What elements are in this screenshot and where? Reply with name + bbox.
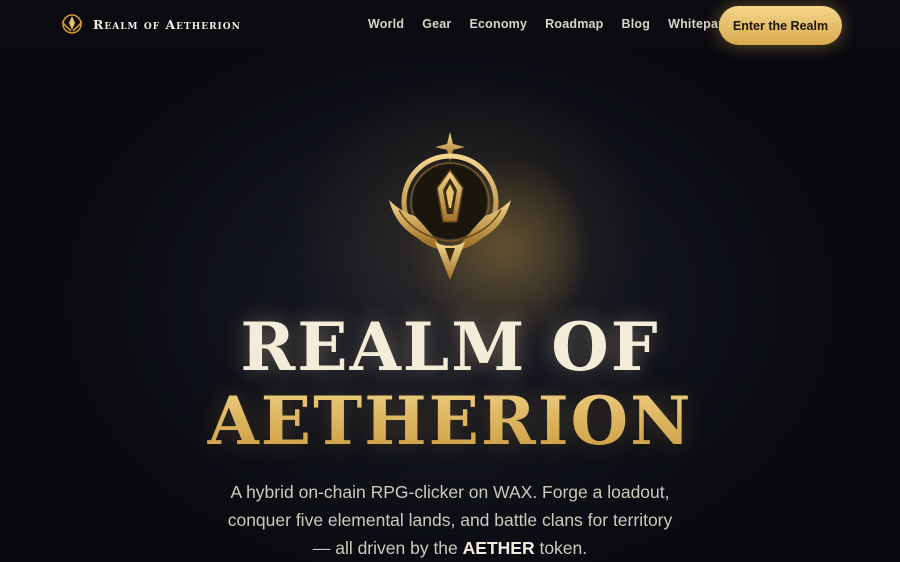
enter-realm-button[interactable]: Enter the Realm bbox=[719, 6, 842, 45]
nav-link-world[interactable]: World bbox=[368, 17, 404, 31]
hero-title-line2: AETHERION bbox=[0, 382, 900, 460]
hero-description-tail: token. bbox=[534, 538, 588, 558]
brand-link[interactable]: Realm of Aetherion bbox=[59, 11, 241, 37]
nav-link-economy[interactable]: Economy bbox=[469, 17, 527, 31]
top-nav: Realm of Aetherion World Gear Economy Ro… bbox=[0, 0, 900, 50]
hero-token-name: AETHER bbox=[462, 538, 535, 558]
hero-description: A hybrid on-chain RPG-clicker on WAX. Fo… bbox=[220, 478, 680, 562]
hero-title-line1: REALM OF bbox=[240, 308, 660, 386]
nav-links: World Gear Economy Roadmap Blog Whitepap… bbox=[368, 17, 756, 31]
hero-description-text: A hybrid on-chain RPG-clicker on WAX. Fo… bbox=[227, 482, 673, 558]
brand-name: Realm of Aetherion bbox=[93, 16, 241, 32]
brand-logo-icon bbox=[61, 14, 83, 34]
nav-link-gear[interactable]: Gear bbox=[422, 17, 451, 31]
nav-link-blog[interactable]: Blog bbox=[622, 17, 651, 31]
emblem-icon bbox=[389, 132, 511, 280]
nav-link-roadmap[interactable]: Roadmap bbox=[545, 17, 603, 31]
